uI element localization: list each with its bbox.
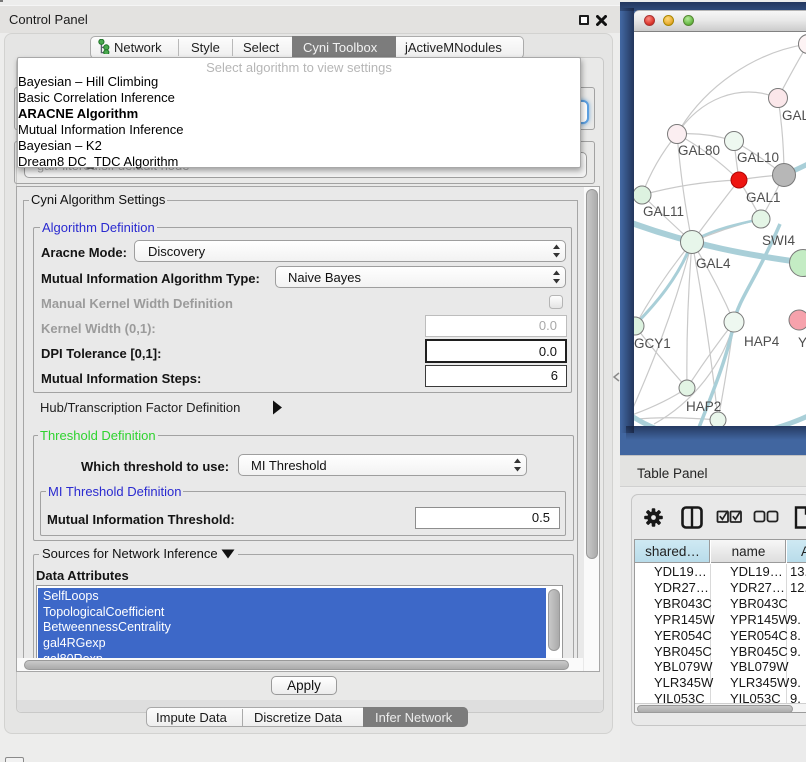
- svg-text:GAL1: GAL1: [746, 190, 781, 205]
- svg-text:HAP2: HAP2: [686, 399, 721, 414]
- svg-text:GAL10: GAL10: [737, 150, 779, 165]
- svg-text:SWI4: SWI4: [762, 233, 795, 248]
- svg-text:GAL4: GAL4: [696, 256, 731, 271]
- svg-text:GAL7: GAL7: [782, 108, 806, 123]
- svg-text:HAP4: HAP4: [744, 334, 780, 349]
- svg-text:GAL11: GAL11: [643, 204, 684, 219]
- svg-text:Y: Y: [798, 335, 806, 350]
- svg-text:GCY1: GCY1: [634, 336, 671, 351]
- svg-text:GAL80: GAL80: [678, 143, 720, 158]
